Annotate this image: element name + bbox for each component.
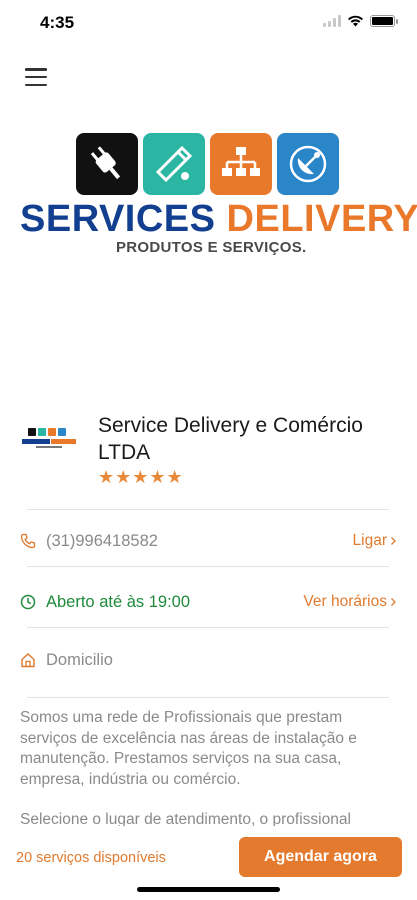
view-hours-label: Ver horários <box>303 593 387 610</box>
logo-word-delivery: DELIVERY <box>226 198 417 240</box>
call-label: Ligar <box>352 532 387 549</box>
rating-stars: ★★★★★ <box>98 467 184 487</box>
phone-row: (31)996418582 Ligar <box>20 513 397 569</box>
satellite-dish-icon <box>277 133 339 195</box>
business-header: Service Delivery e Comércio LTDA ★★★★★ <box>20 412 397 492</box>
opening-hours: Aberto até às 19:00 <box>46 592 191 611</box>
divider <box>27 627 389 628</box>
clock-icon <box>20 594 36 610</box>
status-time: 4:35 <box>40 13 75 32</box>
menu-icon[interactable] <box>25 68 47 86</box>
status-icons <box>323 15 398 27</box>
business-thumbnail <box>22 428 76 448</box>
phone-icon <box>20 533 36 549</box>
status-bar: 4:35 <box>0 0 417 44</box>
logo-word-services: SERVICES <box>20 198 216 240</box>
location-row: Domicilio <box>20 632 397 688</box>
logo-subtitle: PRODUTOS E SERVIÇOS. <box>116 239 307 256</box>
chevron-right-icon <box>391 598 396 606</box>
pipe-wrench-icon <box>143 133 205 195</box>
schedule-button[interactable]: Agendar agora <box>239 837 402 877</box>
wifi-icon <box>348 15 363 27</box>
cellular-signal-icon <box>323 15 341 27</box>
business-name: Service Delivery e Comércio LTDA <box>98 414 363 464</box>
chevron-right-icon <box>391 537 396 545</box>
description-paragraph: Somos uma rede de Profissionais que pres… <box>20 709 357 788</box>
divider <box>27 509 389 510</box>
logo-tiles <box>76 133 339 195</box>
hours-row: Aberto até às 19:00 Ver horários <box>20 574 397 630</box>
bottom-action-bar: 20 serviços disponíveis Agendar agora <box>0 826 417 900</box>
view-hours-link[interactable]: Ver horários <box>303 593 397 611</box>
home-icon <box>20 652 36 668</box>
home-indicator <box>137 887 280 892</box>
divider <box>27 697 389 698</box>
call-button[interactable]: Ligar <box>353 532 397 550</box>
network-icon <box>210 133 272 195</box>
brand-logo: SERVICES DELIVERY PRODUTOS E SERVIÇOS. <box>20 130 417 260</box>
service-location: Domicilio <box>46 650 113 669</box>
phone-number: (31)996418582 <box>46 531 158 550</box>
plug-icon <box>76 133 138 195</box>
battery-icon <box>370 15 398 27</box>
services-count[interactable]: 20 serviços disponíveis <box>16 850 166 866</box>
logo-title: SERVICES DELIVERY <box>20 198 417 241</box>
divider <box>27 566 389 567</box>
